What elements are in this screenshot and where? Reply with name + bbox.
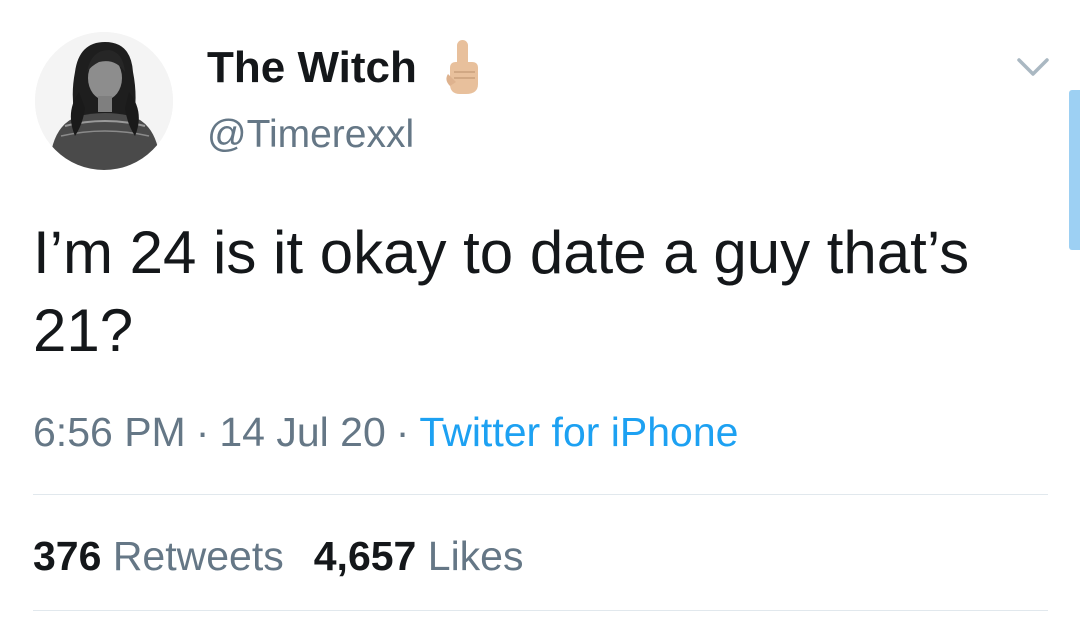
tweet-source-link[interactable]: Twitter for iPhone [419, 409, 738, 455]
separator-dot: · [195, 409, 210, 455]
avatar[interactable] [35, 32, 173, 170]
tweet-stats: 376 Retweets 4,657 Likes [33, 528, 523, 584]
retweets-stat[interactable]: 376 Retweets [33, 533, 284, 579]
tweet-metadata: 6:56 PM · 14 Jul 20 · Twitter for iPhone [33, 404, 738, 460]
display-name[interactable]: The Witch [207, 40, 417, 96]
tweet-text: I’m 24 is it okay to date a guy that’s 2… [33, 219, 970, 364]
likes-label: Likes [427, 533, 524, 579]
middle-finger-emoji-icon [446, 40, 478, 94]
scroll-indicator[interactable] [1069, 90, 1080, 250]
divider [33, 610, 1048, 611]
likes-count: 4,657 [313, 533, 417, 579]
retweets-count: 376 [33, 533, 102, 579]
tweet-date: 14 Jul 20 [219, 409, 386, 455]
retweets-label: Retweets [112, 533, 284, 579]
chevron-down-icon[interactable] [1015, 54, 1051, 80]
user-handle[interactable]: @Timerexxl [207, 110, 414, 160]
tweet-card: The Witch @Timerexxl I’m 24 is it okay t… [0, 0, 1080, 632]
divider [33, 494, 1048, 495]
avatar-image [35, 32, 173, 170]
likes-stat[interactable]: 4,657 Likes [314, 533, 524, 579]
tweet-time: 6:56 PM [33, 409, 186, 455]
separator-dot: · [395, 409, 410, 455]
